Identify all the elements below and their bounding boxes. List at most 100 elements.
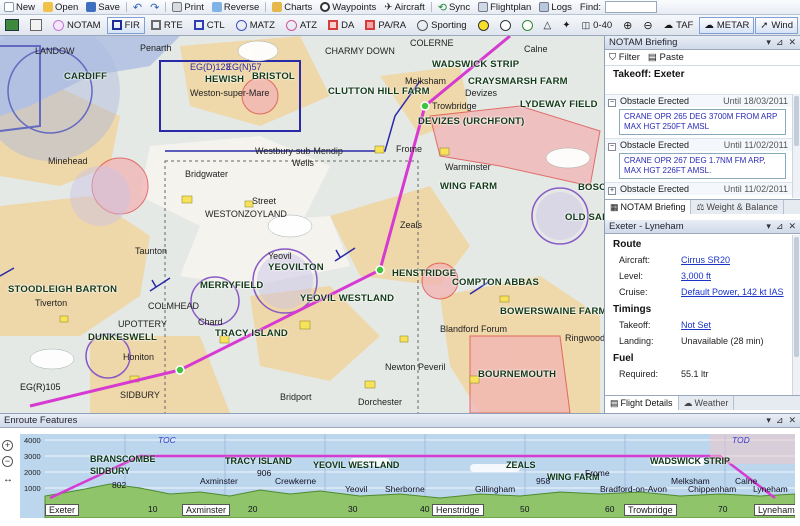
filter-metar[interactable]: ☁ METAR — [699, 16, 755, 34]
notam-item[interactable]: − Obstacle Erected Until 18/03/2011 — [605, 94, 792, 107]
charts-button[interactable]: Charts — [268, 0, 316, 14]
filter-white-circle[interactable] — [495, 17, 516, 34]
profile-place: Gillingham — [475, 484, 516, 494]
notam-item[interactable]: − Obstacle Erected Until 11/02/2011 — [605, 138, 792, 151]
wind-icon: ➚ — [760, 19, 769, 31]
expand-icon[interactable]: + — [608, 186, 616, 195]
takeoff-link[interactable]: Not Set — [681, 320, 711, 330]
filter-rte[interactable]: RTE — [146, 17, 188, 34]
filter-wind[interactable]: ➚ Wind — [755, 16, 799, 34]
tab-weather[interactable]: ☁ Weather — [679, 396, 735, 410]
main-toolbar: New Open Save ↶ ↷ Print Reverse Charts W… — [0, 0, 800, 15]
map-mode-button[interactable] — [0, 17, 24, 34]
route-scrollbar[interactable] — [792, 235, 800, 395]
profile-place: Yeovil — [345, 484, 368, 494]
printer-icon — [172, 2, 183, 12]
close-icon[interactable]: ✕ — [788, 221, 796, 232]
fit-width-icon[interactable]: ↔ — [3, 474, 13, 485]
scroll-thumb[interactable] — [794, 237, 799, 357]
filter-sporting[interactable]: Sporting — [412, 17, 471, 34]
notam-tabs: ▦ NOTAM Briefing ⚖ Weight & Balance — [605, 199, 800, 214]
enroute-panel: Enroute Features ▾ ⊿ ✕ + − ↔ BRANSCOMBE … — [0, 413, 800, 526]
aircraft-button[interactable]: ✈ Aircraft — [380, 0, 428, 14]
filter-da[interactable]: DA — [323, 17, 359, 34]
altitude-tick: 3000 — [24, 452, 41, 461]
undo-button[interactable]: ↶ — [129, 0, 146, 14]
dock-icon[interactable]: ⊿ — [776, 221, 784, 232]
route-tabs: ▤ Flight Details ☁ Weather — [605, 395, 800, 410]
filter-triangle[interactable]: △ — [539, 17, 557, 34]
waypoint-trowbridge[interactable]: Trowbridge — [624, 504, 677, 516]
waypoints-button[interactable]: Waypoints — [316, 0, 380, 14]
map-label-airfield: BOSCOMBE — [578, 182, 604, 193]
tab-notam-briefing[interactable]: ▦ NOTAM Briefing — [605, 200, 692, 214]
logs-button[interactable]: Logs — [535, 0, 576, 14]
print-button[interactable]: Print — [168, 0, 208, 14]
range-icon: ◫ — [581, 19, 591, 30]
new-button[interactable]: New — [0, 0, 39, 14]
filter-yellow-circle[interactable] — [473, 17, 494, 34]
layers-button[interactable] — [25, 17, 47, 34]
filter-matz[interactable]: MATZ — [231, 17, 280, 34]
filter-taf[interactable]: ☁ TAF — [659, 17, 699, 34]
tab-flight-details[interactable]: ▤ Flight Details — [605, 396, 679, 410]
find-input[interactable] — [605, 1, 658, 13]
zoom-in-button[interactable]: ⊕ — [618, 17, 637, 34]
redo-button[interactable]: ↷ — [146, 0, 163, 14]
dock-icon[interactable]: ⊿ — [776, 37, 784, 48]
tab-weight-balance[interactable]: ⚖ Weight & Balance — [691, 200, 784, 214]
zoom-out-icon[interactable]: − — [2, 456, 13, 467]
notam-scrollbar[interactable] — [792, 94, 800, 198]
close-icon[interactable]: ✕ — [788, 415, 796, 426]
logs-icon — [539, 2, 550, 12]
waypoint-lyneham[interactable]: Lyneham — [754, 504, 795, 516]
beacon-icon: ✦ — [562, 19, 571, 31]
vertical-profile[interactable]: BRANSCOMBE SIDBURY TRACY ISLAND YEOVIL W… — [20, 434, 795, 518]
map-label-place: Frome — [396, 144, 423, 154]
profile-place: Lyneham — [753, 484, 788, 494]
filter-green-circle[interactable] — [517, 17, 538, 34]
waypoint-axminster[interactable]: Axminster — [182, 504, 231, 516]
collapse-icon[interactable]: − — [608, 98, 616, 107]
open-button[interactable]: Open — [39, 0, 82, 14]
zoom-in-icon[interactable]: + — [2, 440, 13, 451]
reverse-button[interactable]: Reverse — [208, 0, 263, 14]
filter-ctl[interactable]: CTL — [189, 17, 230, 34]
collapse-icon[interactable]: − — [608, 142, 616, 151]
aircraft-link[interactable]: Cirrus SR20 — [681, 255, 730, 265]
filter-button[interactable]: ⛉ Filter — [609, 52, 640, 63]
close-icon[interactable]: ✕ — [788, 37, 796, 48]
save-button[interactable]: Save — [82, 0, 124, 14]
paste-button[interactable]: ▤ Paste — [648, 52, 684, 63]
map-label-airfield: CARDIFF — [64, 71, 108, 82]
map-label-place: Weston-super-Mare — [190, 88, 270, 98]
aeronautical-map[interactable]: CARDIFF BRISTOL HEWISH CLUTTON HILL FARM… — [0, 36, 604, 413]
waypoint-henstridge[interactable]: Henstridge — [432, 504, 484, 516]
flightplan-button[interactable]: Flightplan — [474, 0, 535, 14]
pin-icon[interactable]: ▾ — [766, 415, 771, 426]
pin-icon[interactable]: ▾ — [766, 221, 771, 232]
filter-fir[interactable]: FIR — [106, 16, 145, 34]
scroll-thumb[interactable] — [794, 96, 799, 146]
filter-atz[interactable]: ATZ — [281, 17, 322, 34]
profile-place: Crewkerne — [275, 476, 317, 486]
dock-icon[interactable]: ⊿ — [776, 415, 784, 426]
filter-beacon[interactable]: ✦ — [557, 17, 575, 34]
filter-pa-ra[interactable]: PA/RA — [360, 17, 411, 34]
notam-panel-header: NOTAM Briefing ▾ ⊿ ✕ — [605, 36, 800, 50]
cruise-link[interactable]: Default Power, 142 kt IAS — [681, 287, 784, 297]
enroute-panel-title: Enroute Features — [4, 415, 78, 426]
zoom-out-button[interactable]: ⊖ — [638, 17, 657, 34]
pin-icon[interactable]: ▾ — [766, 37, 771, 48]
level-link[interactable]: 3,000 ft — [681, 271, 711, 281]
map-canvas[interactable] — [0, 36, 604, 413]
atz-icon — [285, 19, 297, 31]
sync-icon: ⟲ — [437, 1, 447, 14]
filter-range[interactable]: ◫ 0-40 — [577, 17, 618, 34]
fir-icon — [111, 20, 122, 30]
map-label-place: Calne — [524, 44, 548, 54]
waypoint-exeter[interactable]: Exeter — [45, 504, 80, 516]
sync-button[interactable]: ⟲ Sync — [434, 0, 474, 14]
notam-item[interactable]: + Obstacle Erected Until 11/02/2011 — [605, 182, 792, 195]
filter-notam[interactable]: NOTAM — [48, 17, 106, 34]
